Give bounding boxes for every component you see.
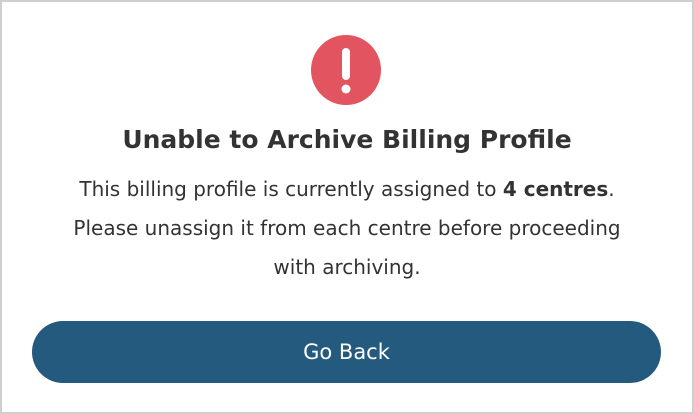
centre-count: 4 centres	[502, 177, 609, 201]
archive-error-dialog: Unable to Archive Billing Profile This b…	[0, 0, 694, 414]
message-line-3: with archiving.	[273, 255, 421, 279]
dialog-message: This billing profile is currently assign…	[32, 170, 662, 287]
message-line-1-prefix: This billing profile is currently assign…	[79, 177, 503, 201]
go-back-button[interactable]: Go Back	[32, 321, 661, 383]
message-line-1-suffix: .	[608, 177, 615, 201]
message-line-2: Please unassign it from each centre befo…	[73, 216, 621, 240]
dialog-title: Unable to Archive Billing Profile	[122, 125, 572, 154]
message-line-1: This billing profile is currently assign…	[32, 170, 662, 209]
exclamation-circle-icon	[311, 35, 381, 105]
